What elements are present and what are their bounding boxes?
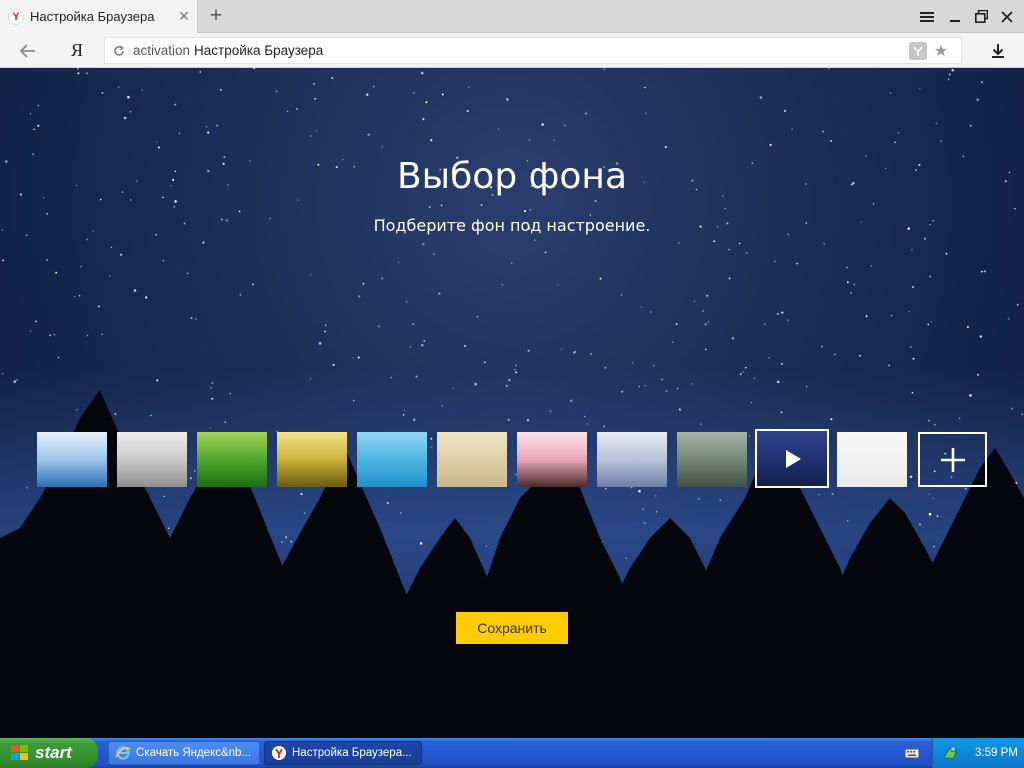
start-button[interactable]: start	[0, 738, 98, 768]
windows-logo-icon	[11, 745, 28, 760]
page-title: Выбор фона	[396, 156, 628, 197]
start-label: start	[35, 743, 72, 762]
background-thumbnail-green-grass[interactable]	[197, 432, 267, 487]
taskbar-item-download[interactable]: Скачать Яндекс&nb...	[108, 741, 260, 765]
background-thumbnail-cherry-blossom[interactable]	[517, 432, 587, 487]
tab-title: Настройка Браузера	[30, 9, 155, 24]
background-thumbnail-fog[interactable]	[117, 432, 187, 487]
url-input[interactable]: activation Настройка Браузера ★	[104, 37, 962, 64]
keyboard-icon[interactable]	[904, 745, 920, 761]
system-tray: 3:59 PM	[932, 738, 1024, 768]
close-tab-icon[interactable]: ✕	[175, 8, 193, 26]
plus-icon	[940, 447, 965, 472]
minimize-icon[interactable]	[942, 4, 968, 30]
background-thumbnail-turquoise-water[interactable]	[357, 432, 427, 487]
background-thumbnail-sand[interactable]	[437, 432, 507, 487]
taskbar-item-label: Скачать Яндекс&nb...	[136, 747, 252, 759]
background-thumbnail-golden-field[interactable]	[277, 432, 347, 487]
bookmark-star-icon[interactable]: ★	[931, 40, 951, 62]
windows-taskbar: start Скачать Яндекс&nb... Настройка Бра…	[0, 738, 1024, 768]
background-thumbnail-white-blank[interactable]	[837, 432, 907, 487]
taskbar-item-label: Настройка Браузера...	[292, 747, 412, 759]
close-window-icon[interactable]	[994, 4, 1020, 30]
yandex-favicon-icon: Y	[8, 8, 24, 25]
clock: 3:59 PM	[975, 747, 1018, 759]
back-arrow-icon[interactable]	[16, 39, 40, 63]
yandex-home-button[interactable]: Я	[66, 38, 88, 62]
play-icon	[786, 449, 801, 468]
menu-icon[interactable]	[912, 4, 942, 30]
background-thumbnail-rain-glass[interactable]	[677, 432, 747, 487]
reload-icon[interactable]	[107, 39, 131, 63]
page-subtitle: Подберите фон под настроение.	[373, 216, 651, 235]
browser-tab[interactable]: Y Настройка Браузера ✕	[0, 0, 198, 33]
background-settings-page: Выбор фона Подберите фон под настроение.…	[0, 68, 1024, 738]
background-thumbnail-night-video[interactable]	[755, 429, 829, 488]
url-text: activation	[133, 43, 191, 58]
url-page-title: Настройка Браузера	[194, 43, 324, 58]
address-bar: Я activation Настройка Браузера ★	[0, 33, 1024, 68]
tab-bar: Y Настройка Браузера ✕ +	[0, 0, 1024, 33]
taskbar-item-browser[interactable]: Настройка Браузера...	[264, 741, 422, 765]
download-icon[interactable]	[986, 39, 1010, 63]
save-button[interactable]: Сохранить	[456, 612, 568, 644]
background-thumbnail-sky-clouds[interactable]	[37, 432, 107, 487]
background-thumbnail-mountains[interactable]	[597, 432, 667, 487]
window-controls	[912, 0, 1024, 33]
restore-icon[interactable]	[968, 4, 994, 30]
internet-explorer-icon	[115, 745, 131, 761]
protect-shield-icon[interactable]	[909, 42, 927, 60]
yandex-browser-icon	[271, 745, 287, 761]
safely-remove-hardware-icon[interactable]	[941, 744, 959, 762]
add-background-button[interactable]	[918, 432, 987, 487]
new-tab-button[interactable]: +	[204, 4, 228, 28]
